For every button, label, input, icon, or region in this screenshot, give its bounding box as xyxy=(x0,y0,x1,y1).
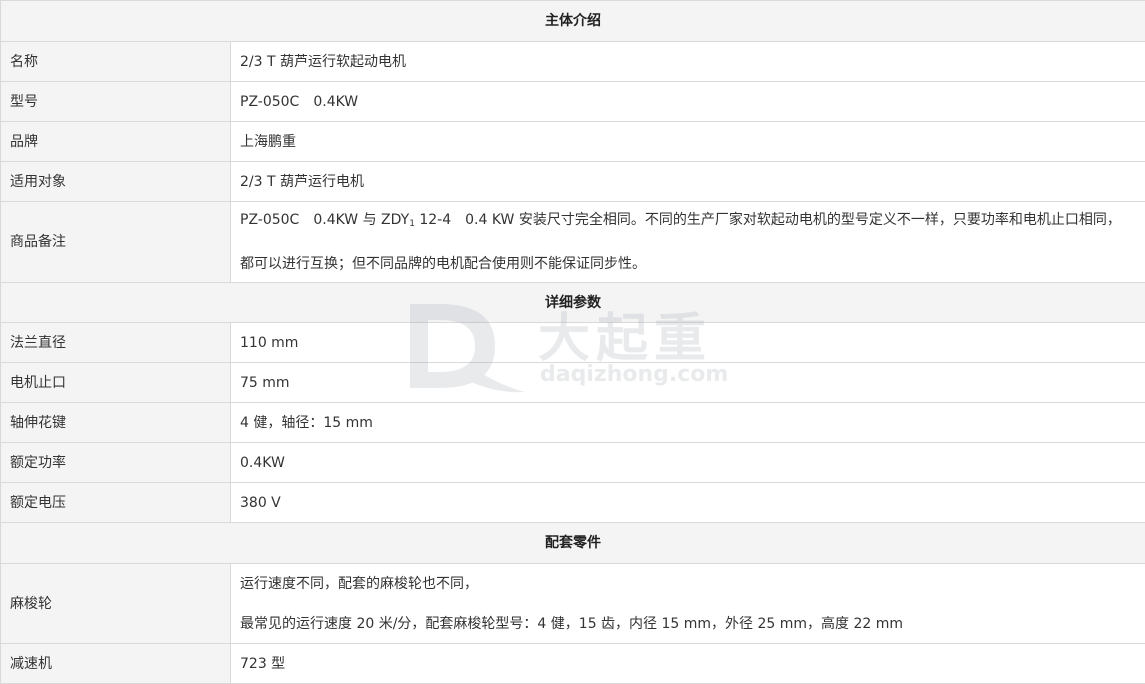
section-row-intro: 主体介绍 xyxy=(0,0,1145,42)
row-value-spline: 4 健，轴径：15 mm xyxy=(230,402,1145,443)
row-label-spline: 轴伸花键 xyxy=(0,402,231,443)
row-value-reducer: 723 型 xyxy=(230,643,1145,684)
spec-table: 主体介绍 名称 2/3 T 葫芦运行软起动电机 型号 PZ-050C 0.4KW… xyxy=(0,0,1145,684)
table-row: 商品备注 PZ-050C 0.4KW 与 ZDY1 12-4 0.4 KW 安装… xyxy=(0,201,1145,283)
remarks-line-2: 都可以进行互换；但不同品牌的电机配合使用则不能保证同步性。 xyxy=(240,256,646,272)
row-value-spigot: 75 mm xyxy=(230,362,1145,403)
row-value-voltage: 380 V xyxy=(230,482,1145,523)
row-value-gear: 运行速度不同，配套的麻梭轮也不同， 最常见的运行速度 20 米/分，配套麻梭轮型… xyxy=(230,563,1145,644)
remarks-text-b: 12-4 0.4 KW 安装尺寸完全相同。不同的生产厂家对软起动电机的型号定义不… xyxy=(414,212,1121,228)
row-value-model: PZ-050C 0.4KW xyxy=(230,81,1145,122)
gear-line-1: 运行速度不同，配套的麻梭轮也不同， xyxy=(240,575,478,592)
section-title-params: 详细参数 xyxy=(0,282,1145,323)
table-row: 法兰直径 110 mm xyxy=(0,322,1145,363)
row-label-flange: 法兰直径 xyxy=(0,322,231,363)
row-label-target: 适用对象 xyxy=(0,161,231,202)
row-label-power: 额定功率 xyxy=(0,442,231,483)
row-value-flange: 110 mm xyxy=(230,322,1145,363)
row-label-spigot: 电机止口 xyxy=(0,362,231,403)
section-title-intro: 主体介绍 xyxy=(0,0,1145,42)
row-value-name: 2/3 T 葫芦运行软起动电机 xyxy=(230,41,1145,82)
row-value-power: 0.4KW xyxy=(230,442,1145,483)
table-row: 减速机 723 型 xyxy=(0,643,1145,684)
table-row: 额定电压 380 V xyxy=(0,482,1145,523)
row-label-remarks: 商品备注 xyxy=(0,201,231,283)
gear-line-2: 最常见的运行速度 20 米/分，配套麻梭轮型号：4 健，15 齿，内径 15 m… xyxy=(240,615,904,632)
table-row: 型号 PZ-050C 0.4KW xyxy=(0,81,1145,122)
row-label-gear: 麻梭轮 xyxy=(0,563,231,644)
section-row-parts: 配套零件 xyxy=(0,522,1145,564)
row-label-voltage: 额定电压 xyxy=(0,482,231,523)
table-row: 品牌 上海鹏重 xyxy=(0,121,1145,162)
table-row: 适用对象 2/3 T 葫芦运行电机 xyxy=(0,161,1145,202)
table-row: 轴伸花键 4 健，轴径：15 mm xyxy=(0,402,1145,443)
table-row: 电机止口 75 mm xyxy=(0,362,1145,403)
section-title-parts: 配套零件 xyxy=(0,522,1145,564)
row-label-model: 型号 xyxy=(0,81,231,122)
row-value-brand: 上海鹏重 xyxy=(230,121,1145,162)
table-row: 麻梭轮 运行速度不同，配套的麻梭轮也不同， 最常见的运行速度 20 米/分，配套… xyxy=(0,563,1145,644)
row-label-name: 名称 xyxy=(0,41,231,82)
remarks-line-1: PZ-050C 0.4KW 与 ZDY1 12-4 0.4 KW 安装尺寸完全相… xyxy=(240,211,1145,233)
table-row: 名称 2/3 T 葫芦运行软起动电机 xyxy=(0,41,1145,82)
table-row: 额定功率 0.4KW xyxy=(0,442,1145,483)
row-value-remarks: PZ-050C 0.4KW 与 ZDY1 12-4 0.4 KW 安装尺寸完全相… xyxy=(230,201,1145,283)
row-value-target: 2/3 T 葫芦运行电机 xyxy=(230,161,1145,202)
row-label-brand: 品牌 xyxy=(0,121,231,162)
row-label-reducer: 减速机 xyxy=(0,643,231,684)
remarks-text-a: PZ-050C 0.4KW 与 ZDY xyxy=(240,212,410,228)
section-row-params: 详细参数 xyxy=(0,282,1145,323)
